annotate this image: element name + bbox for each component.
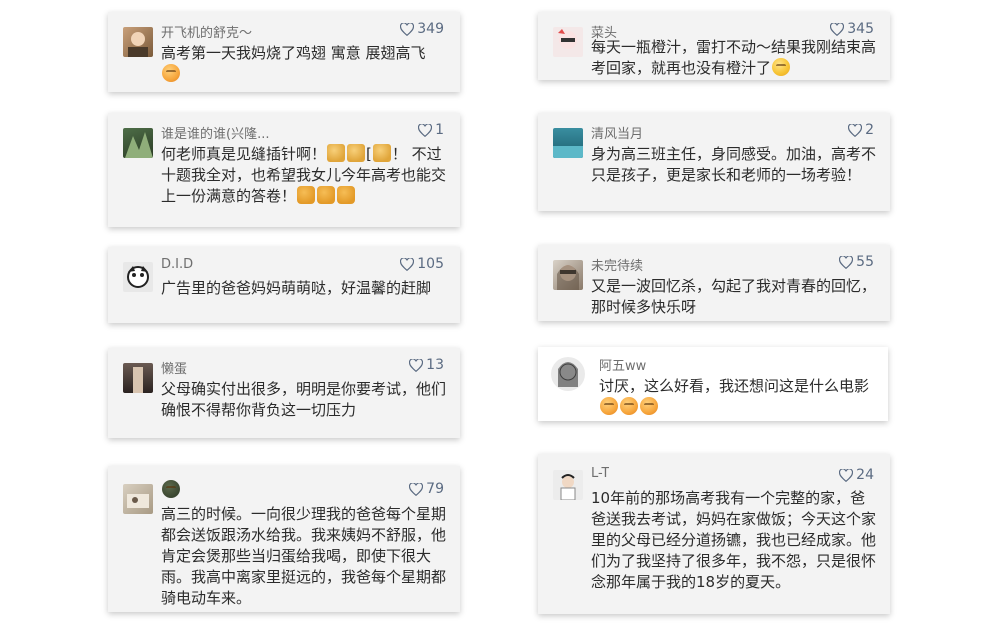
like-count: 55 (856, 254, 874, 270)
username[interactable] (161, 480, 181, 499)
like-button[interactable]: 13 (409, 357, 444, 373)
user-avatar[interactable] (553, 260, 583, 290)
comment-text: 每天一瓶橙汁，雷打不动～结果我刚结束高考回家，就再也没有橙汁了 (591, 38, 877, 77)
fist-emoji (297, 186, 316, 204)
heart-icon (839, 255, 854, 269)
thumbs-up-emoji (327, 144, 346, 162)
user-avatar[interactable] (553, 27, 583, 57)
comment-text: 10年前的那场高考我有一个完整的家，爸爸送我去考试，妈妈在家做饭；今天这个家里的… (591, 489, 877, 591)
like-count: 345 (847, 21, 874, 37)
username[interactable]: 谁是谁的谁(兴隆... (161, 123, 269, 142)
comment-text: 身为高三班主任，身同感受。加油，高考不只是孩子，更是家长和老师的一场考验！ (591, 145, 877, 184)
username[interactable]: 未完待续 (591, 255, 643, 274)
user-avatar[interactable] (123, 27, 153, 57)
like-count: 79 (426, 481, 444, 497)
heart-icon (839, 468, 854, 482)
user-avatar[interactable] (123, 128, 153, 158)
like-button[interactable]: 24 (839, 467, 874, 483)
like-button[interactable]: 1 (418, 122, 444, 138)
username[interactable]: 开飞机的舒克～ (161, 22, 252, 41)
comment-text: 高三的时候。一向很少理我的爸爸每个星期都会送饭跟汤水给我。我来姨妈不舒服，他肯定… (161, 505, 447, 607)
like-button[interactable]: 345 (830, 21, 874, 37)
comment-card: 懒蛋 13 父母确实付出很多，明明是你要考试，他们确恨不得帮你背负这一切压力 (108, 348, 460, 438)
user-avatar[interactable] (551, 357, 585, 391)
thumbs-up-emoji (347, 144, 366, 162)
comment-card: 开飞机的舒克～ 349 高考第一天我妈烧了鸡翅 寓意 展翅高飞 (108, 12, 460, 92)
crying-emoji (772, 58, 791, 76)
heart-icon (848, 123, 863, 137)
username[interactable]: 阿五ww (599, 355, 646, 374)
like-button[interactable]: 349 (400, 21, 444, 37)
username[interactable]: L-T (591, 466, 609, 481)
comment-text: 何老师真是见缝插针啊！[！ 不过十题我全对，也希望我女儿今年高考也能交上一份满意… (161, 144, 447, 205)
comment-card: 菜头 345 每天一瓶橙汁，雷打不动～结果我刚结束高考回家，就再也没有橙汁了 (538, 12, 890, 80)
heart-icon (409, 358, 424, 372)
user-avatar[interactable] (553, 128, 583, 158)
comment-text: 讨厌，这么好看，我还想问这是什么电影 (599, 376, 879, 418)
comment-text: 又是一波回忆杀，勾起了我对青春的回忆，那时候多快乐呀 (591, 277, 877, 316)
thumbs-up-emoji (372, 144, 391, 162)
user-avatar[interactable] (123, 363, 153, 393)
username[interactable]: 懒蛋 (161, 358, 187, 377)
like-count: 13 (426, 357, 444, 373)
comment-card: 谁是谁的谁(兴隆... 1 何老师真是见缝插针啊！[！ 不过十题我全对，也希望我… (108, 113, 460, 227)
comment-card: 阿五ww 讨厌，这么好看，我还想问这是什么电影 (538, 347, 888, 421)
like-button[interactable]: 55 (839, 254, 874, 270)
crying-laugh-emoji (162, 64, 180, 82)
fist-emoji (317, 186, 336, 204)
heart-icon (830, 22, 845, 36)
user-avatar[interactable] (123, 484, 153, 514)
face-emoji (162, 480, 180, 498)
username[interactable]: D.I.D (161, 257, 193, 272)
comment-card: 79 高三的时候。一向很少理我的爸爸每个星期都会送饭跟汤水给我。我来姨妈不舒服，… (108, 466, 460, 612)
yum-emoji (600, 397, 618, 415)
like-button[interactable]: 79 (409, 481, 444, 497)
heart-icon (400, 22, 415, 36)
like-count: 2 (865, 122, 874, 138)
like-button[interactable]: 2 (848, 122, 874, 138)
username[interactable]: 清风当月 (591, 123, 643, 142)
heart-icon (400, 257, 415, 271)
comment-text: 父母确实付出很多，明明是你要考试，他们确恨不得帮你背负这一切压力 (161, 380, 447, 419)
comment-card: 清风当月 2 身为高三班主任，身同感受。加油，高考不只是孩子，更是家长和老师的一… (538, 113, 890, 211)
comment-text: 高考第一天我妈烧了鸡翅 寓意 展翅高飞 (161, 43, 446, 85)
fist-emoji (337, 186, 356, 204)
yum-emoji (640, 397, 658, 415)
yum-emoji (620, 397, 638, 415)
user-avatar[interactable] (123, 262, 153, 292)
comment-card: 未完待续 55 又是一波回忆杀，勾起了我对青春的回忆，那时候多快乐呀 (538, 245, 890, 321)
like-count: 349 (417, 21, 444, 37)
comment-card: L-T 24 10年前的那场高考我有一个完整的家，爸爸送我去考试，妈妈在家做饭；… (538, 454, 890, 614)
like-count: 1 (435, 122, 444, 138)
comment-text: 广告里的爸爸妈妈萌萌哒，好温馨的赶脚 (161, 279, 432, 297)
heart-icon (418, 123, 433, 137)
like-count: 24 (856, 467, 874, 483)
heart-icon (409, 482, 424, 496)
user-avatar[interactable] (553, 470, 583, 500)
like-button[interactable]: 105 (400, 256, 444, 272)
like-count: 105 (417, 256, 444, 272)
comment-card: D.I.D 105 广告里的爸爸妈妈萌萌哒，好温馨的赶脚 (108, 247, 460, 323)
